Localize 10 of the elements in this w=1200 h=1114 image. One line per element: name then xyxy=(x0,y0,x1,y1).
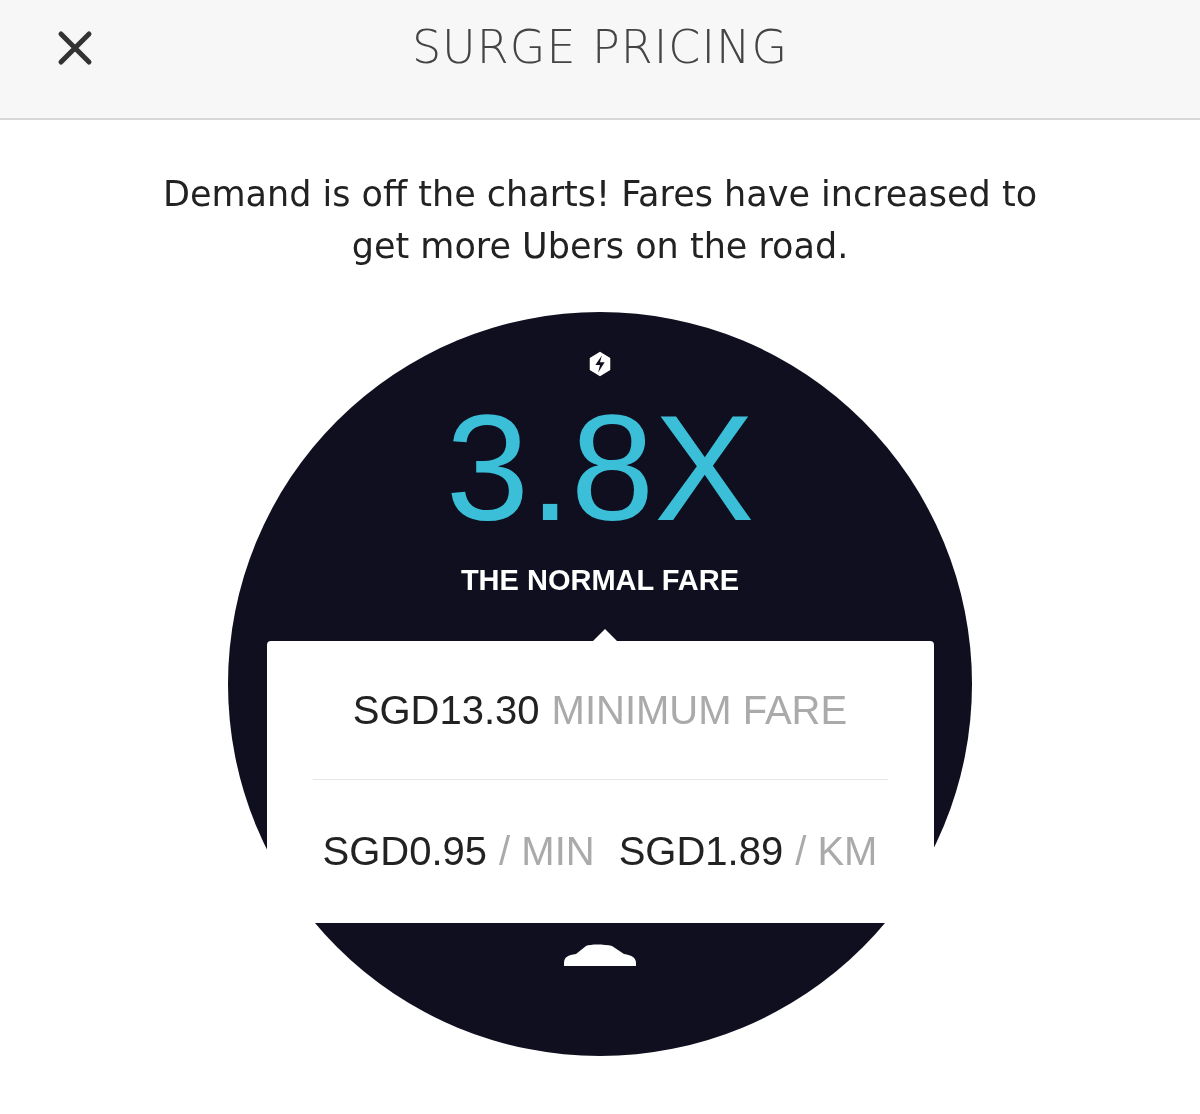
message-text: Demand is off the charts! Fares have increased to get more Ubers on the road. xyxy=(161,173,1039,268)
screen-title: SURGE PRICING xyxy=(411,20,789,74)
rate-amount: SGD0.95 xyxy=(322,828,488,874)
rate-unit: / KM xyxy=(795,828,878,874)
fare-label: MINIMUM FARE xyxy=(551,687,848,733)
rate-amount: SGD1.89 xyxy=(618,828,784,874)
surge-multiplier: 3.8X xyxy=(445,388,755,548)
fare-amount: SGD13.30 xyxy=(352,687,540,733)
multiplier-caption: THE NORMAL FARE xyxy=(460,564,740,597)
rate-unit: / MIN xyxy=(499,828,595,874)
